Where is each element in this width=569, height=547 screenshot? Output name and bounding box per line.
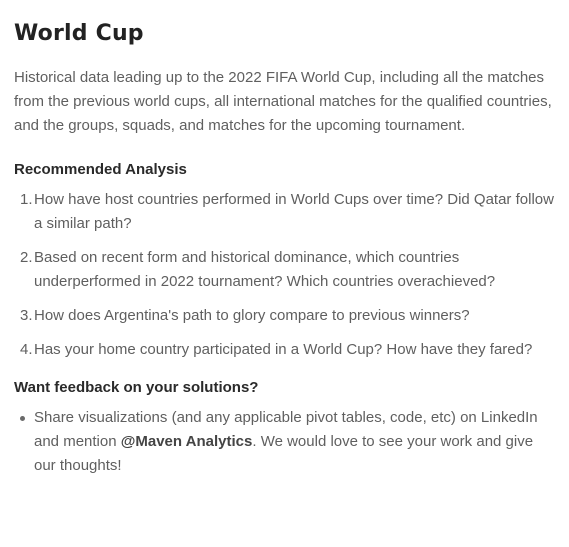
feedback-heading: Want feedback on your solutions?: [14, 379, 259, 396]
bullet-icon: [20, 416, 25, 421]
question-number: 2.: [20, 249, 33, 266]
question-text: How have host countries performed in Wor…: [34, 191, 554, 232]
recommended-analysis-heading: Recommended Analysis: [14, 161, 187, 178]
question-number: 3.: [20, 307, 33, 324]
question-text: Based on recent form and historical domi…: [34, 249, 496, 290]
question-item: 3. How does Argentina's path to glory co…: [20, 304, 555, 328]
question-number: 1.: [20, 191, 33, 208]
analysis-questions-list: 1. How have host countries performed in …: [14, 188, 555, 362]
question-text: How does Argentina's path to glory compa…: [34, 307, 470, 324]
question-item: 4. Has your home country participated in…: [20, 338, 555, 362]
maven-analytics-mention: @Maven Analytics: [120, 433, 253, 450]
question-item: 2. Based on recent form and historical d…: [20, 246, 555, 294]
feedback-list: Share visualizations (and any applicable…: [14, 406, 555, 478]
question-text: Has your home country participated in a …: [34, 341, 533, 358]
description-page: World Cup Historical data leading up to …: [0, 0, 569, 478]
intro-paragraph: Historical data leading up to the 2022 F…: [14, 69, 552, 134]
question-number: 4.: [20, 341, 33, 358]
page-title: World Cup: [14, 21, 144, 46]
feedback-item: Share visualizations (and any applicable…: [20, 406, 555, 478]
question-item: 1. How have host countries performed in …: [20, 188, 555, 236]
